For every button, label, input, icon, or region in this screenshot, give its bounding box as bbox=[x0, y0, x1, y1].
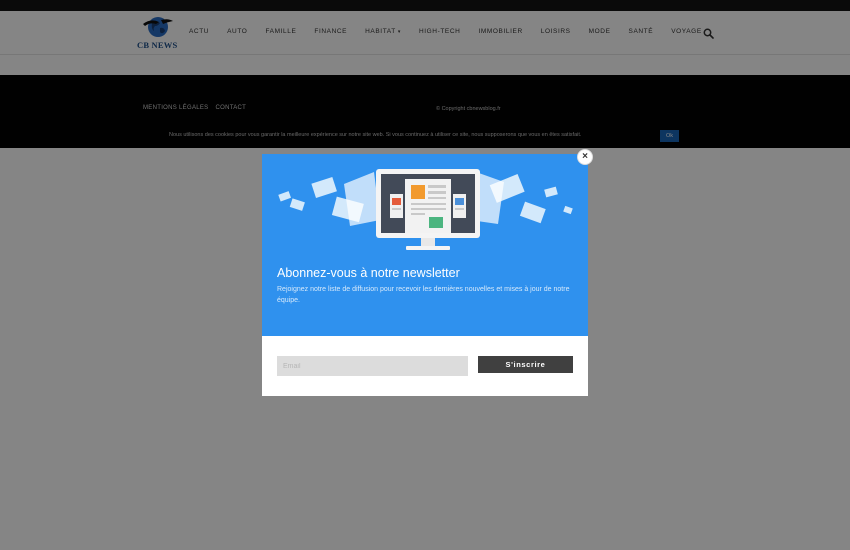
close-icon: × bbox=[582, 151, 588, 162]
subscribe-button[interactable]: S'inscrire bbox=[478, 356, 573, 373]
newsletter-illustration bbox=[278, 169, 573, 250]
modal-close-button[interactable]: × bbox=[577, 149, 593, 165]
newsletter-modal: Abonnez-vous à notre newsletter Rejoigne… bbox=[262, 154, 588, 396]
modal-description: Rejoignez notre liste de diffusion pour … bbox=[277, 286, 570, 304]
newsletter-header: Abonnez-vous à notre newsletter Rejoigne… bbox=[262, 154, 588, 336]
email-input[interactable] bbox=[277, 356, 468, 376]
modal-title: Abonnez-vous à notre newsletter bbox=[277, 266, 460, 280]
